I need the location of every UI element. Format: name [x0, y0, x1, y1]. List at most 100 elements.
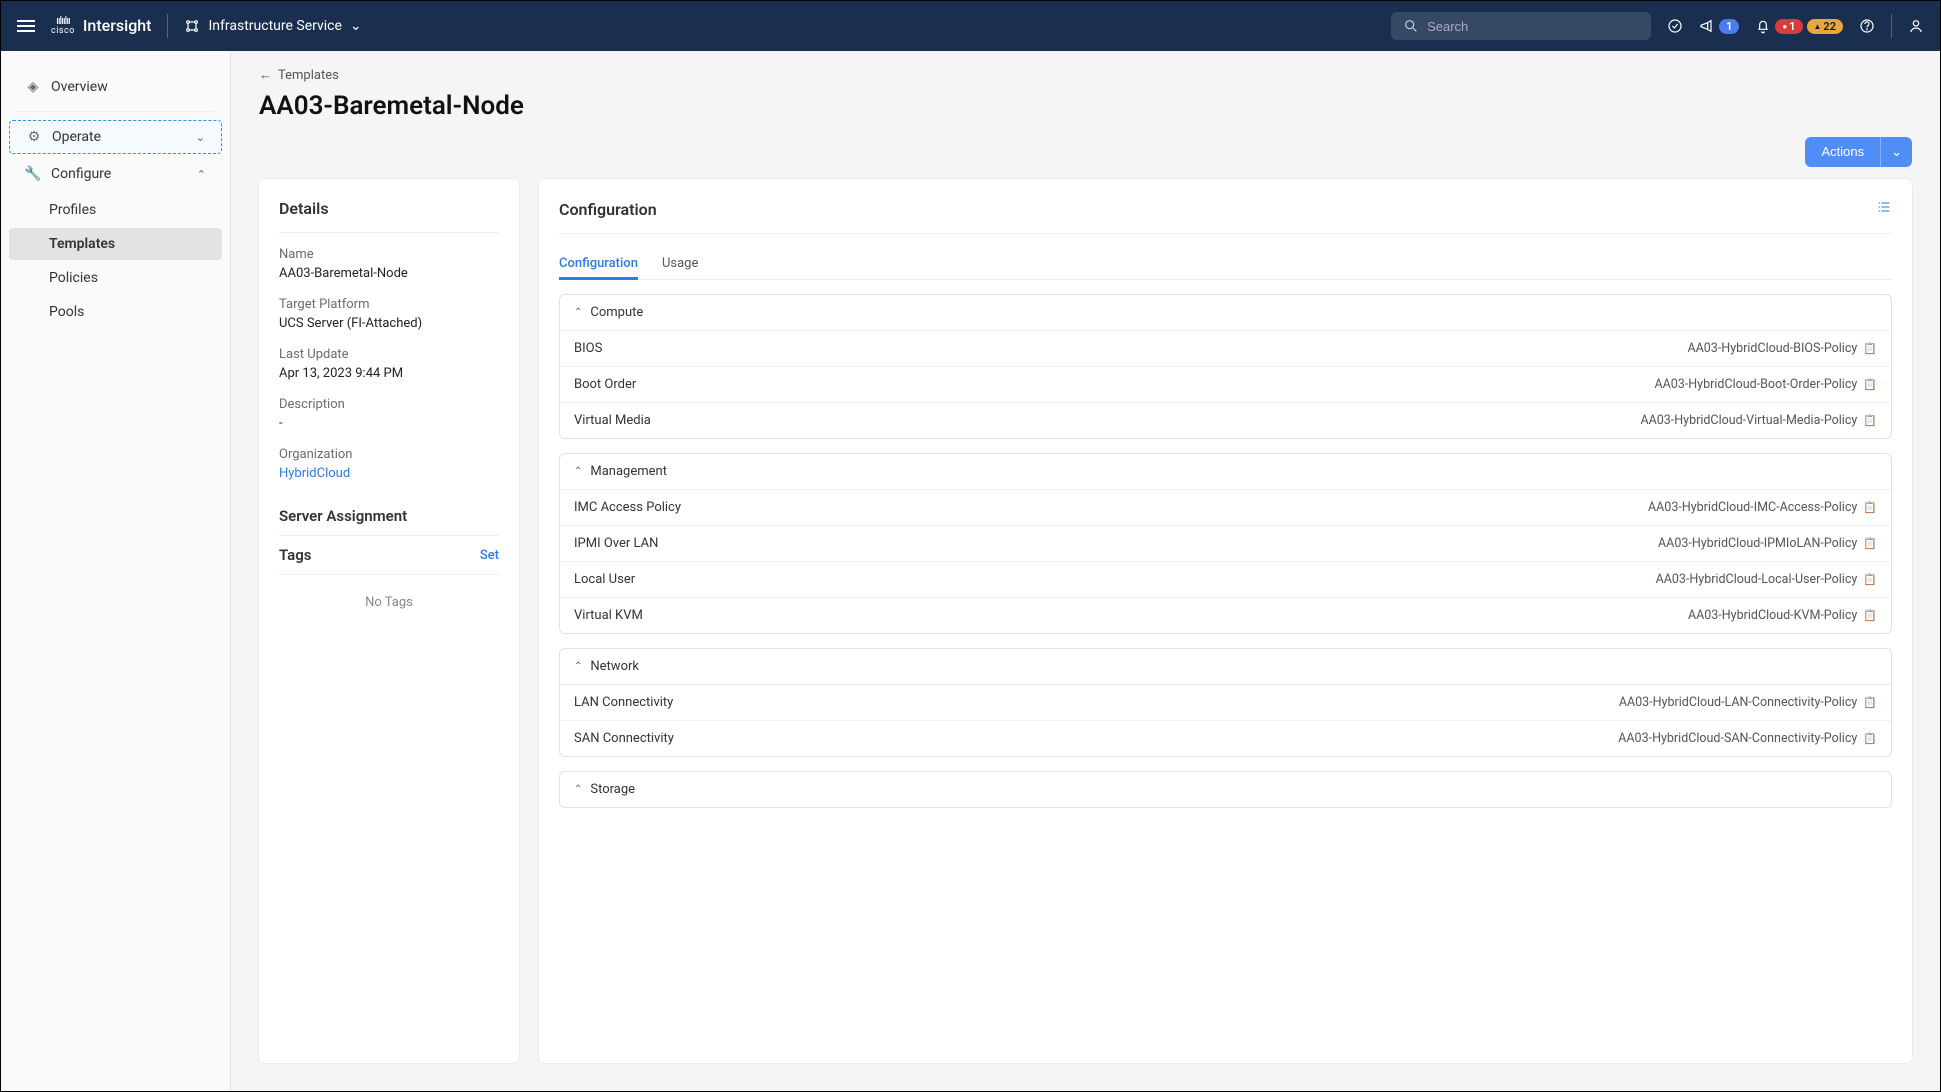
- tab-configuration[interactable]: Configuration: [559, 248, 638, 279]
- chevron-up-icon: ⌃: [574, 661, 582, 672]
- sidebar-label: Operate: [52, 129, 101, 145]
- topbar-actions: 1 1 22: [1667, 14, 1924, 38]
- config-tabs: Configuration Usage: [559, 248, 1892, 280]
- gear-icon: ⚙: [26, 129, 42, 145]
- help-button[interactable]: [1859, 18, 1875, 34]
- policy-row[interactable]: SAN Connectivity AA03-HybridCloud-SAN-Co…: [560, 721, 1891, 756]
- sidebar-item-pools[interactable]: Pools: [9, 296, 222, 328]
- chevron-down-icon: ⌄: [350, 18, 362, 34]
- search-input[interactable]: [1427, 19, 1639, 34]
- dashboard-icon: ◈: [25, 79, 41, 95]
- policy-value: AA03-HybridCloud-IMC-Access-Policy: [1648, 500, 1857, 515]
- global-search[interactable]: [1391, 12, 1651, 40]
- details-heading: Details: [279, 199, 499, 233]
- sidebar-item-overview[interactable]: ◈ Overview: [9, 71, 222, 103]
- sidebar-item-operate[interactable]: ⚙ Operate ⌄: [9, 120, 222, 154]
- policy-row[interactable]: BIOS AA03-HybridCloud-BIOS-Policy📋: [560, 331, 1891, 367]
- group-header-management[interactable]: ⌃ Management: [560, 454, 1891, 490]
- policy-row[interactable]: Virtual Media AA03-HybridCloud-Virtual-M…: [560, 403, 1891, 438]
- topbar: cisco Intersight Infrastructure Service …: [1, 1, 1940, 51]
- group-title: Storage: [590, 782, 635, 797]
- chevron-down-icon: ⌄: [196, 131, 205, 144]
- bell-icon: [1755, 18, 1771, 34]
- policy-name: Boot Order: [574, 377, 636, 392]
- policy-value: AA03-HybridCloud-LAN-Connectivity-Policy: [1619, 695, 1857, 710]
- clipboard-icon[interactable]: 📋: [1863, 732, 1877, 745]
- chevron-down-icon: ⌄: [1880, 137, 1912, 167]
- clipboard-icon[interactable]: 📋: [1863, 537, 1877, 550]
- sidebar: ◈ Overview ⚙ Operate ⌄ 🔧 Configure ⌃ Pro…: [1, 51, 231, 1091]
- page-title: AA03-Baremetal-Node: [259, 91, 1912, 121]
- detail-label-description: Description: [279, 397, 499, 412]
- announcements-button[interactable]: 1: [1699, 18, 1739, 34]
- actions-button[interactable]: Actions ⌄: [1805, 137, 1912, 167]
- set-tags-button[interactable]: Set: [480, 548, 499, 563]
- clipboard-icon[interactable]: 📋: [1863, 501, 1877, 514]
- policy-row[interactable]: Boot Order AA03-HybridCloud-Boot-Order-P…: [560, 367, 1891, 403]
- breadcrumb[interactable]: ← Templates: [259, 67, 1912, 83]
- clipboard-icon[interactable]: 📋: [1863, 609, 1877, 622]
- sidebar-item-profiles[interactable]: Profiles: [9, 194, 222, 226]
- cisco-logo: cisco: [51, 15, 75, 37]
- group-title: Management: [590, 464, 667, 479]
- detail-label-name: Name: [279, 247, 499, 262]
- user-menu[interactable]: [1908, 18, 1924, 34]
- actions-label: Actions: [1805, 137, 1880, 167]
- clipboard-icon[interactable]: 📋: [1863, 378, 1877, 391]
- policy-row[interactable]: Local User AA03-HybridCloud-Local-User-P…: [560, 562, 1891, 598]
- warning-count: 22: [1807, 19, 1843, 34]
- detail-label-organization: Organization: [279, 447, 499, 462]
- policy-value: AA03-HybridCloud-Virtual-Media-Policy: [1640, 413, 1857, 428]
- detail-value-organization[interactable]: HybridCloud: [279, 466, 499, 481]
- policy-group-compute: ⌃ Compute BIOS AA03-HybridCloud-BIOS-Pol…: [559, 294, 1892, 439]
- user-icon: [1908, 18, 1924, 34]
- policy-value: AA03-HybridCloud-Local-User-Policy: [1656, 572, 1858, 587]
- chevron-up-icon: ⌃: [574, 307, 582, 318]
- config-heading: Configuration: [559, 200, 657, 219]
- announcement-count: 1: [1719, 19, 1739, 34]
- help-icon: [1859, 18, 1875, 34]
- back-arrow-icon: ←: [259, 67, 272, 83]
- sidebar-item-policies[interactable]: Policies: [9, 262, 222, 294]
- alerts-button[interactable]: 1 22: [1755, 18, 1843, 34]
- policy-name: Virtual Media: [574, 413, 651, 428]
- group-header-compute[interactable]: ⌃ Compute: [560, 295, 1891, 331]
- group-title: Network: [590, 659, 639, 674]
- policy-group-storage: ⌃ Storage: [559, 771, 1892, 808]
- breadcrumb-label: Templates: [278, 68, 339, 83]
- view-toggle-button[interactable]: [1876, 199, 1892, 219]
- detail-value-description: -: [279, 416, 499, 431]
- policy-row[interactable]: LAN Connectivity AA03-HybridCloud-LAN-Co…: [560, 685, 1891, 721]
- policy-name: BIOS: [574, 341, 602, 356]
- policy-row[interactable]: Virtual KVM AA03-HybridCloud-KVM-Policy📋: [560, 598, 1891, 633]
- details-panel: Details Name AA03-Baremetal-Node Target …: [259, 179, 519, 1063]
- sidebar-item-templates[interactable]: Templates: [9, 228, 222, 260]
- policy-value: AA03-HybridCloud-IPMIoLAN-Policy: [1658, 536, 1857, 551]
- tab-usage[interactable]: Usage: [662, 248, 698, 279]
- policy-value: AA03-HybridCloud-KVM-Policy: [1688, 608, 1857, 623]
- group-header-network[interactable]: ⌃ Network: [560, 649, 1891, 685]
- group-title: Compute: [590, 305, 643, 320]
- clipboard-icon[interactable]: 📋: [1863, 414, 1877, 427]
- clipboard-icon[interactable]: 📋: [1863, 342, 1877, 355]
- product-name: Intersight: [83, 16, 152, 35]
- clipboard-icon[interactable]: 📋: [1863, 696, 1877, 709]
- detail-value-name: AA03-Baremetal-Node: [279, 266, 499, 281]
- policy-name: Local User: [574, 572, 635, 587]
- policy-name: SAN Connectivity: [574, 731, 674, 746]
- menu-toggle-button[interactable]: [17, 20, 35, 32]
- policy-name: LAN Connectivity: [574, 695, 673, 710]
- clipboard-icon[interactable]: 📋: [1863, 573, 1877, 586]
- sidebar-label: Overview: [51, 79, 108, 95]
- brand: cisco Intersight: [51, 15, 151, 37]
- service-picker[interactable]: Infrastructure Service ⌄: [184, 18, 361, 34]
- group-header-storage[interactable]: ⌃ Storage: [560, 772, 1891, 807]
- policy-row[interactable]: IMC Access Policy AA03-HybridCloud-IMC-A…: [560, 490, 1891, 526]
- policy-group-management: ⌃ Management IMC Access Policy AA03-Hybr…: [559, 453, 1892, 634]
- tasks-button[interactable]: [1667, 18, 1683, 34]
- configuration-panel: Configuration Configuration Usage ⌃ Co: [539, 179, 1912, 1063]
- main-content: ← Templates AA03-Baremetal-Node Actions …: [231, 51, 1940, 1091]
- server-assignment-heading: Server Assignment: [279, 497, 499, 536]
- policy-row[interactable]: IPMI Over LAN AA03-HybridCloud-IPMIoLAN-…: [560, 526, 1891, 562]
- sidebar-item-configure[interactable]: 🔧 Configure ⌃: [9, 158, 222, 190]
